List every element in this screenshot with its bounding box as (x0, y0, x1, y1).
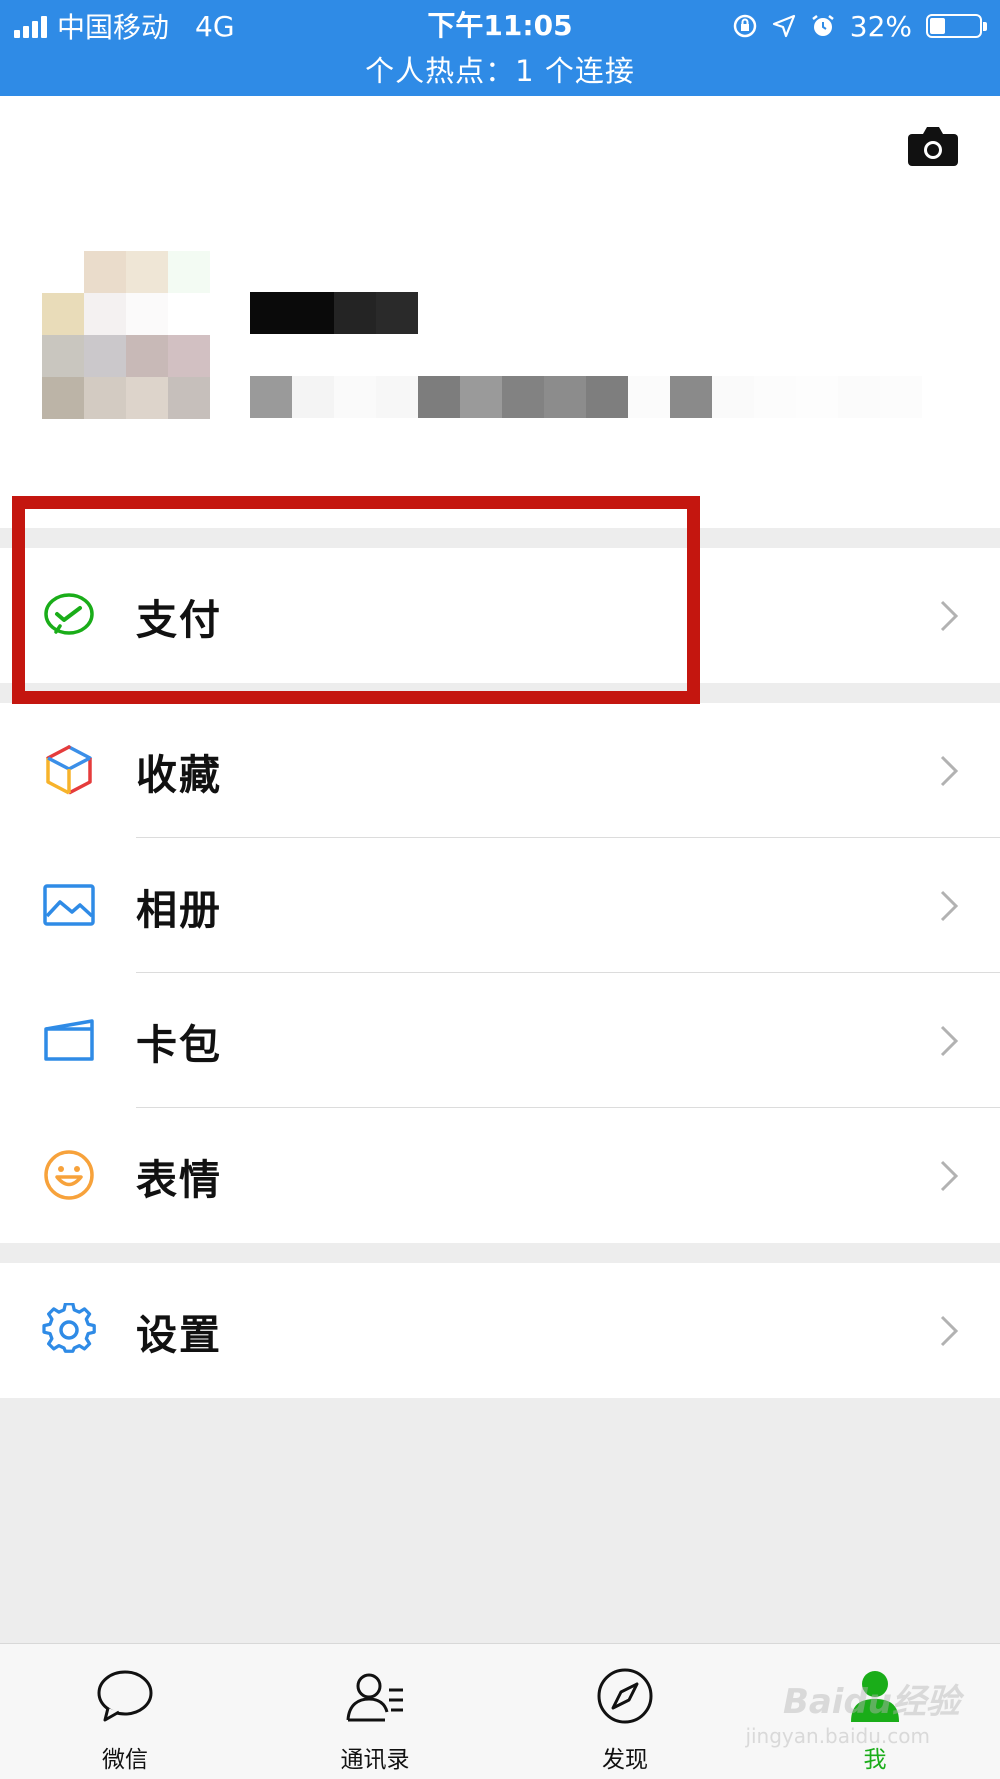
highlight-annotation-box (12, 496, 700, 704)
tab-label-discover: 发现 (602, 1747, 648, 1773)
contacts-icon (346, 1673, 403, 1722)
chevron-right-icon (940, 1160, 959, 1192)
orientation-lock-icon (733, 14, 757, 38)
tab-label-me: 我 (863, 1747, 887, 1773)
chevron-right-icon (940, 1315, 959, 1347)
chevron-right-icon (940, 890, 959, 922)
menu-item-settings[interactable]: 设置 (0, 1263, 1000, 1398)
tab-contacts[interactable]: 通讯录 (250, 1644, 500, 1779)
nickname-redacted (250, 292, 418, 334)
battery-level (930, 18, 945, 34)
chevron-right-icon (940, 755, 959, 787)
hotspot-banner[interactable]: 个人热点：1 个连接 (0, 50, 1000, 92)
smiley-icon (44, 1150, 94, 1200)
album-icon (43, 884, 95, 926)
tab-label-chats: 微信 (102, 1747, 148, 1773)
tab-discover[interactable]: 发现 (500, 1644, 750, 1779)
status-bar: 中国移动 4G 下午11:05 32% 个人热点：1 个连接 (0, 0, 1000, 96)
battery-icon (926, 14, 987, 38)
chevron-right-icon (940, 1025, 959, 1057)
bottom-tab-bar: 微信 通讯录 发现 我 Baidu经验 jingyan.baidu.com (0, 1643, 1000, 1779)
favorites-icon (46, 745, 92, 795)
person-icon (851, 1671, 899, 1722)
gear-icon (42, 1303, 96, 1353)
chat-bubble-icon (97, 1670, 153, 1722)
tab-label-contacts: 通讯录 (340, 1747, 410, 1773)
tab-chats[interactable]: 微信 (0, 1644, 250, 1779)
battery-percent: 32% (849, 9, 912, 43)
menu-label-album: 相册 (136, 885, 222, 934)
menu-label-favorites: 收藏 (136, 750, 222, 799)
tab-me[interactable]: 我 (750, 1644, 1000, 1779)
menu-item-cards[interactable]: 卡包 (0, 973, 1000, 1108)
card-wallet-icon (44, 1019, 94, 1061)
menu-item-favorites[interactable]: 收藏 (0, 703, 1000, 838)
chevron-right-icon (940, 600, 959, 632)
menu-label-stickers: 表情 (136, 1155, 222, 1204)
menu-label-cards: 卡包 (136, 1020, 222, 1069)
alarm-icon (812, 15, 834, 36)
compass-icon (597, 1668, 653, 1724)
profile-header[interactable] (0, 96, 1000, 528)
wechat-id-redacted[interactable] (250, 376, 922, 418)
avatar[interactable] (42, 251, 210, 419)
menu-item-stickers[interactable]: 表情 (0, 1108, 1000, 1243)
settings-group: 设置 (0, 1263, 1000, 1398)
main-menu-group: 收藏 相册 卡包 表情 (0, 703, 1000, 1243)
menu-label-settings: 设置 (136, 1310, 222, 1359)
camera-icon[interactable] (908, 126, 958, 166)
location-icon (772, 14, 795, 38)
menu-item-album[interactable]: 相册 (0, 838, 1000, 973)
